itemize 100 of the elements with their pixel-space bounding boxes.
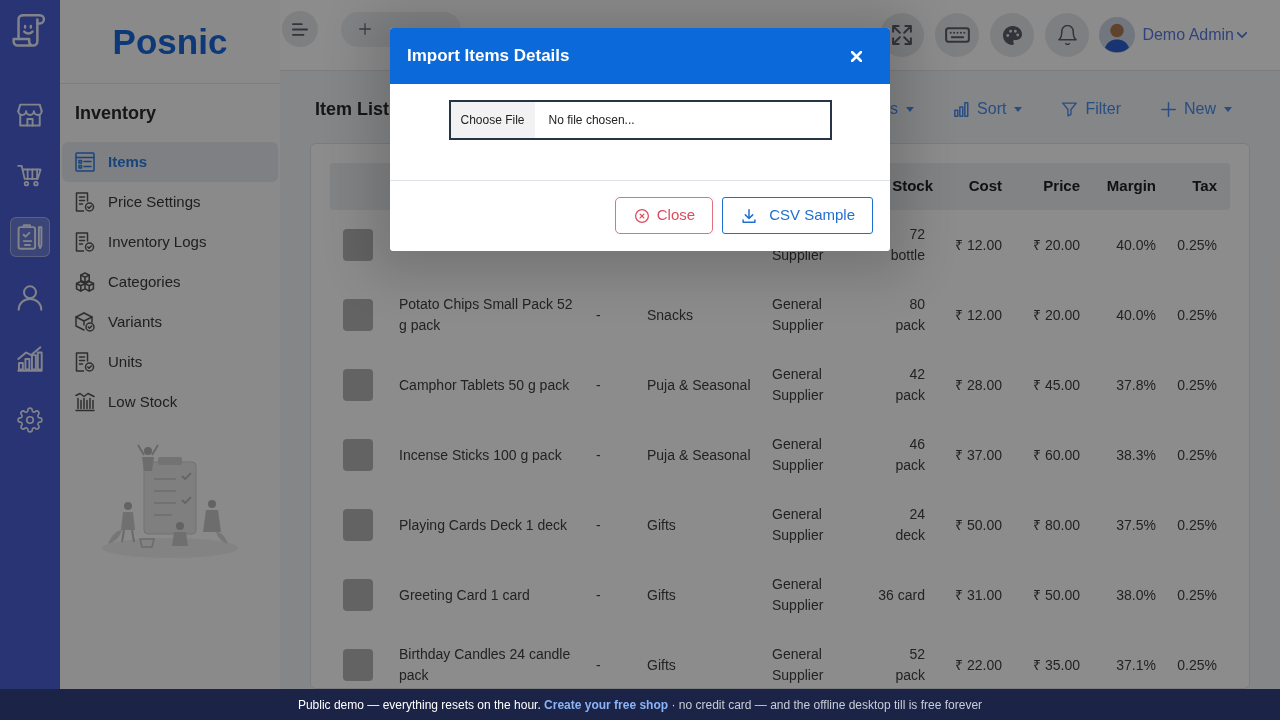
product-photo	[342, 299, 373, 331]
notifications-button[interactable]	[1045, 13, 1090, 57]
price-text: ₹ 35.00	[1033, 655, 1080, 675]
file-status-text: No file chosen...	[548, 112, 635, 129]
category-text: Gifts	[647, 585, 676, 605]
user-icon	[17, 285, 43, 311]
tax-text: 0.25%	[1177, 655, 1217, 675]
item-name: Potato Chips Small Pack 52 g pack	[399, 295, 574, 335]
user-menu-button[interactable]: Demo Admin	[1142, 23, 1247, 47]
store-icon	[17, 102, 43, 128]
stock-text: 72 bottle	[889, 225, 925, 265]
product-photo	[342, 649, 373, 681]
sidebar-heading: Inventory	[75, 101, 157, 125]
price-text: ₹ 60.00	[1033, 445, 1080, 465]
item-name: Camphor Tablets 50 g pack	[399, 375, 570, 395]
menu-toggle-button[interactable]	[282, 11, 318, 47]
menu-icon	[292, 22, 308, 36]
bell-icon	[1057, 25, 1077, 45]
sidebar-item[interactable]: Variants	[62, 302, 278, 342]
item-name: Incense Sticks 100 g pack	[399, 445, 562, 465]
columns-chart-icon	[75, 392, 95, 412]
tax-text: 0.25%	[1177, 235, 1217, 255]
item-name: Playing Cards Deck 1 deck	[399, 515, 568, 535]
supplier-text: General Supplier	[772, 365, 825, 405]
x-circle-icon	[634, 208, 649, 223]
avatar-icon	[1099, 17, 1136, 53]
price-text: ₹ 80.00	[1033, 515, 1080, 535]
settings-icon	[17, 407, 43, 433]
product-photo	[342, 579, 373, 611]
close-icon	[851, 50, 862, 62]
supplier-text: General Supplier	[772, 575, 825, 615]
cost-text: ₹ 12.00	[955, 235, 1002, 255]
box-check-icon	[75, 312, 95, 332]
stock-text: 24 deck	[894, 505, 925, 545]
sidebar-item[interactable]: Inventory Logs	[62, 222, 278, 262]
supplier-text: General Supplier	[772, 645, 825, 685]
document-check-icon	[75, 352, 95, 372]
stock-text: 42 pack	[894, 365, 925, 405]
theme-button[interactable]	[990, 13, 1035, 57]
brand-logo-text: Posnic	[112, 24, 228, 59]
sidebar-item[interactable]: Categories	[62, 262, 278, 302]
column-header: Price	[1043, 176, 1080, 197]
filter-icon	[1062, 101, 1078, 117]
cost-text: ₹ 28.00	[955, 375, 1002, 395]
column-header: Stock	[892, 176, 933, 197]
download-icon	[742, 208, 757, 223]
price-text: ₹ 20.00	[1033, 305, 1080, 325]
fullscreen-icon	[892, 25, 913, 45]
price-text: ₹ 20.00	[1033, 235, 1080, 255]
product-photo	[342, 509, 373, 541]
stock-text: 52 pack	[894, 645, 925, 685]
table-cell-text: -	[596, 445, 601, 465]
clipboard-icon	[17, 224, 43, 250]
dialog-title: Import Items Details	[407, 45, 570, 68]
bar-chart-icon	[17, 346, 43, 372]
file-input-field[interactable]: Choose File No file chosen...	[448, 100, 832, 140]
stock-text: 46 pack	[894, 435, 925, 475]
csv-sample-button[interactable]: CSV Sample	[722, 197, 873, 234]
sidebar-item[interactable]: Units	[62, 342, 278, 382]
page-title: Item List	[315, 97, 389, 121]
bar-chart-icon	[954, 101, 970, 117]
tax-text: 0.25%	[1177, 305, 1217, 325]
margin-text: 37.5%	[1116, 515, 1156, 535]
category-text: Gifts	[647, 655, 676, 675]
category-text: Snacks	[647, 305, 693, 325]
item-name: Birthday Candles 24 candle pack	[399, 645, 572, 685]
table-cell-text: -	[596, 305, 601, 325]
stock-text: 80 pack	[894, 295, 925, 335]
sidebar-item[interactable]: Price Settings	[62, 182, 278, 222]
cost-text: ₹ 37.00	[955, 445, 1002, 465]
table-cell-text: -	[596, 375, 601, 395]
plus-icon	[1161, 101, 1176, 117]
sidebar-item[interactable]: Low Stock	[62, 382, 278, 422]
margin-text: 37.8%	[1116, 375, 1156, 395]
list-icon	[75, 152, 95, 172]
product-photo	[342, 439, 373, 471]
keyboard-icon	[944, 27, 970, 43]
close-dialog-button[interactable]: Close	[614, 197, 714, 234]
supplier-text: Supplier	[772, 246, 824, 265]
cart-icon	[17, 163, 43, 189]
tax-text: 0.25%	[1177, 585, 1217, 605]
supplier-text: General Supplier	[772, 295, 825, 335]
product-photo	[342, 369, 373, 401]
table-cell-text: -	[596, 655, 601, 675]
create-shop-link[interactable]: Create your free shop	[544, 697, 669, 712]
item-name: Greeting Card 1 card	[399, 585, 530, 605]
chevron-down-icon	[1237, 32, 1247, 38]
close-button[interactable]	[851, 50, 862, 62]
price-text: ₹ 45.00	[1033, 375, 1080, 395]
cost-text: ₹ 31.00	[955, 585, 1002, 605]
margin-text: 40.0%	[1116, 305, 1156, 325]
choose-file-button[interactable]: Choose File	[450, 102, 535, 138]
price-text: ₹ 50.00	[1033, 585, 1080, 605]
logo-icon	[12, 12, 48, 48]
keyboard-button[interactable]	[935, 13, 980, 57]
sidebar-item[interactable]: Items	[62, 142, 278, 182]
palette-icon	[1002, 25, 1022, 45]
table-cell-text: -	[596, 585, 601, 605]
column-header: Margin	[1106, 176, 1156, 197]
product-photo	[342, 229, 373, 261]
